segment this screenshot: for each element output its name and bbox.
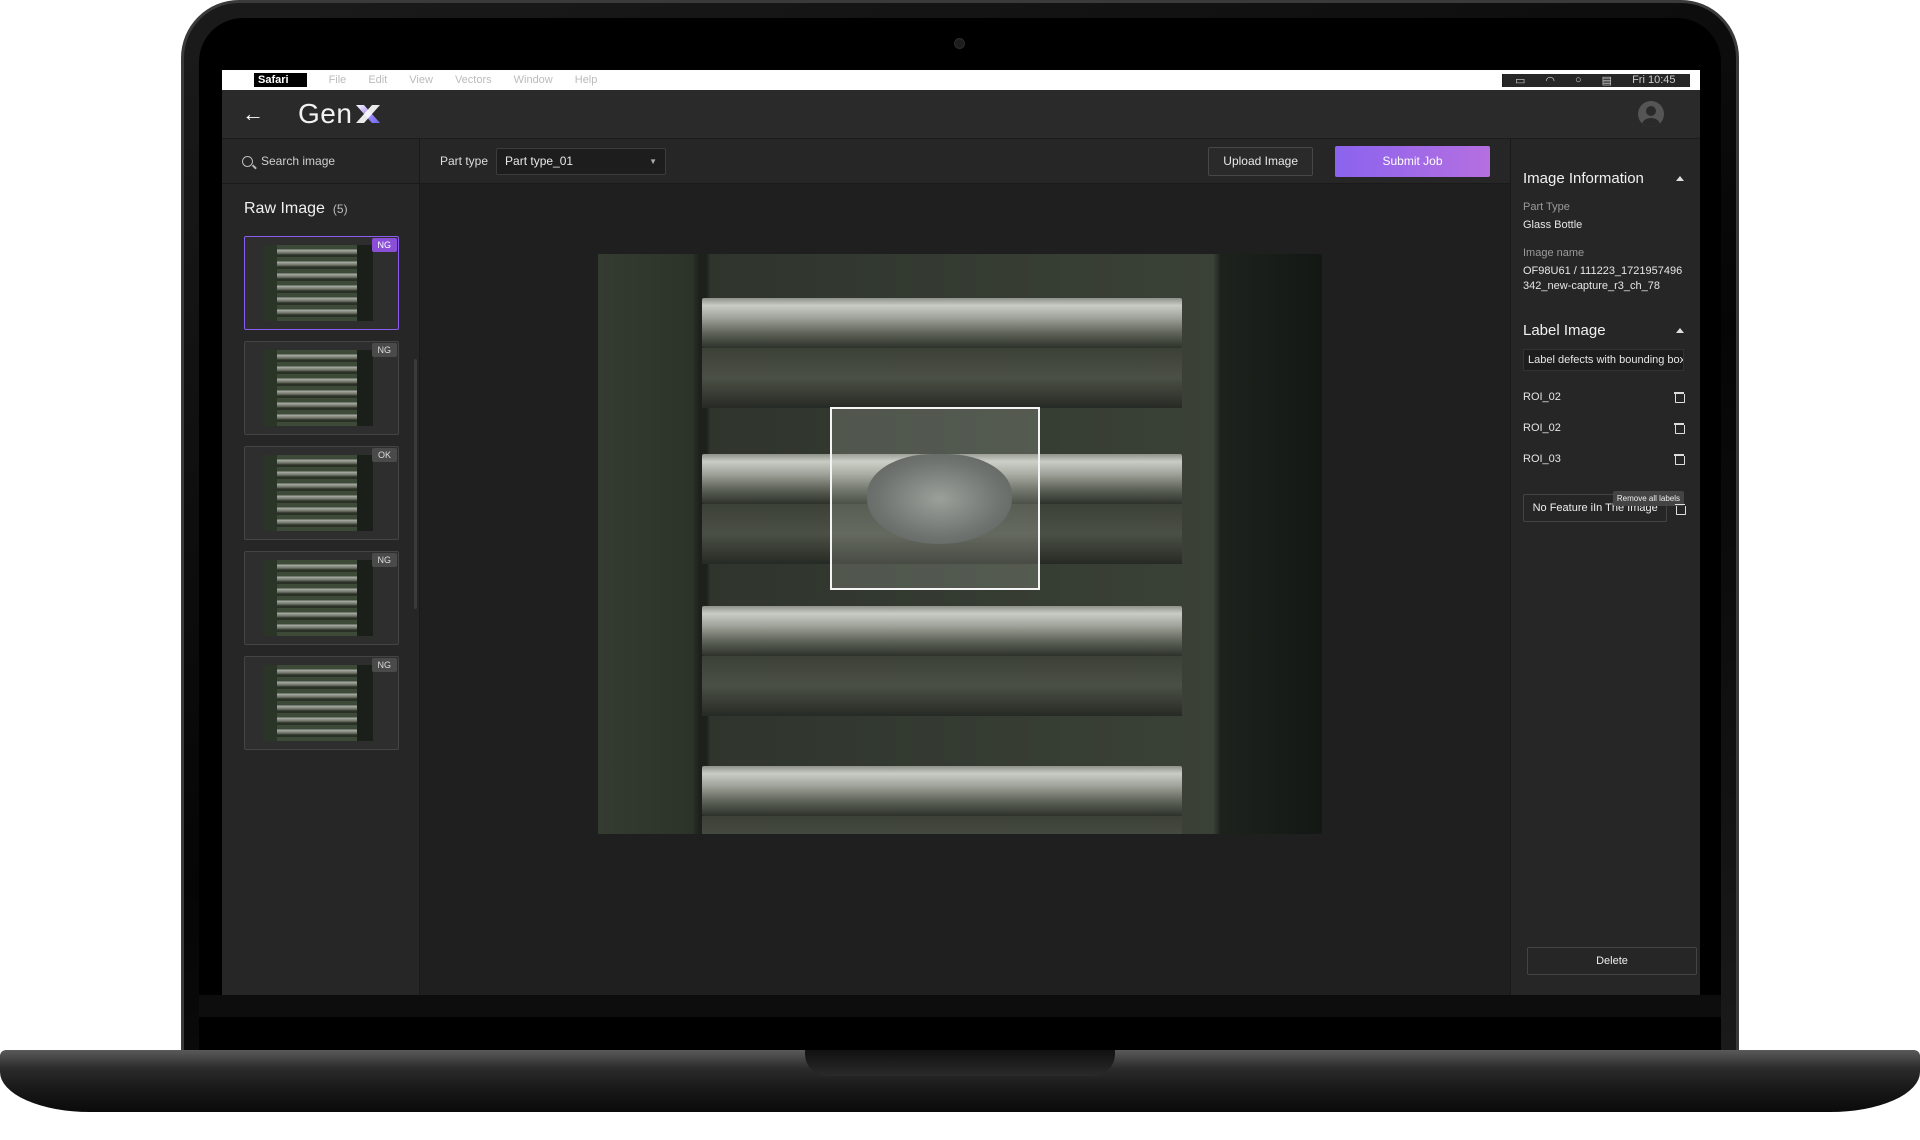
genx-logo: Gen xyxy=(298,98,382,130)
trash-icon[interactable] xyxy=(1675,503,1686,515)
image-sidebar: Search image Raw Image (5) NG NG OK NG N… xyxy=(222,139,420,995)
gear-ridge xyxy=(702,298,1182,408)
roi-label: ROI_02 xyxy=(1523,390,1561,403)
image-name-label: Image name xyxy=(1523,247,1585,259)
thumbnail-image xyxy=(263,560,373,636)
menubar-item-view[interactable]: View xyxy=(409,74,433,86)
inspection-photo[interactable] xyxy=(598,254,1322,834)
image-name-value: OF98U61 / 111223_1721957496342_new-captu… xyxy=(1523,265,1683,292)
app-header: ← Gen xyxy=(222,90,1700,139)
status-badge: NG xyxy=(371,553,397,567)
submit-job-button[interactable]: Submit Job xyxy=(1335,145,1490,177)
menubar-app[interactable]: Safari xyxy=(254,73,307,87)
search-input[interactable]: Search image xyxy=(261,154,335,168)
chevron-up-icon[interactable] xyxy=(1676,176,1684,181)
menubar-status: ▭ ◠ ○ ▤ Fri 10:45 xyxy=(1502,73,1690,87)
raw-image-heading: Raw Image (5) xyxy=(222,184,419,218)
workspace: Part type Part type_01 ▼ Upload Image Su… xyxy=(420,139,1510,995)
gear-ridge xyxy=(702,766,1182,834)
image-information-header[interactable]: Image Information xyxy=(1523,170,1684,187)
status-badge: NG xyxy=(371,658,397,672)
trash-icon[interactable] xyxy=(1674,422,1685,434)
part-type-meta-label: Part Type xyxy=(1523,201,1570,213)
roi-label: ROI_03 xyxy=(1523,452,1561,465)
image-information-title: Image Information xyxy=(1523,170,1644,187)
roi-item[interactable]: ROI_03 xyxy=(1523,443,1685,474)
trash-icon[interactable] xyxy=(1674,391,1685,403)
toolbar: Part type Part type_01 ▼ Upload Image Su… xyxy=(420,139,1510,184)
thumbnail-image xyxy=(263,455,373,531)
defect-region xyxy=(867,454,1012,544)
back-arrow-icon[interactable]: ← xyxy=(242,101,272,127)
bounding-box[interactable] xyxy=(830,407,1040,590)
roi-item[interactable]: ROI_02 xyxy=(1523,381,1685,412)
sidebar-scrollbar[interactable] xyxy=(414,359,417,609)
thumbnail-4[interactable]: NG xyxy=(244,551,399,645)
label-image-title: Label Image xyxy=(1523,322,1606,339)
user-avatar-icon[interactable] xyxy=(1638,101,1664,127)
trash-icon[interactable] xyxy=(1674,453,1685,465)
image-canvas[interactable] xyxy=(420,184,1510,995)
chevron-down-icon: ▼ xyxy=(649,156,658,166)
camera-icon xyxy=(954,38,965,49)
thumbnail-list: NG NG OK NG NG xyxy=(222,218,419,750)
search-icon[interactable]: ○ xyxy=(1575,74,1582,87)
remove-all-tooltip: Remove all labels xyxy=(1612,491,1684,506)
menubar-item-help[interactable]: Help xyxy=(575,74,598,86)
details-panel: Image Information Part Type Glass Bottle… xyxy=(1510,139,1698,995)
menubar-item-vectors[interactable]: Vectors xyxy=(455,74,492,86)
chevron-up-icon[interactable] xyxy=(1676,328,1684,333)
battery-icon[interactable]: ▭ xyxy=(1515,74,1525,87)
thumbnail-5[interactable]: NG xyxy=(244,656,399,750)
thumbnail-2[interactable]: NG xyxy=(244,341,399,435)
clock[interactable]: Fri 10:45 xyxy=(1632,74,1675,87)
screen: Safari File Edit View Vectors Window Hel… xyxy=(222,70,1700,995)
thumbnail-image xyxy=(263,245,373,321)
label-hint: Label defects with bounding box xyxy=(1523,349,1684,371)
gear-ridge xyxy=(702,606,1182,716)
part-type-label: Part type xyxy=(440,154,489,168)
control-center-icon[interactable]: ▤ xyxy=(1602,74,1612,87)
part-type-value: Part type_01 xyxy=(505,154,574,168)
thumbnail-image xyxy=(263,350,373,426)
roi-list: ROI_02 ROI_02 ROI_03 xyxy=(1523,381,1685,474)
search-icon xyxy=(242,155,253,167)
search-box[interactable]: Search image xyxy=(222,139,419,184)
menubar: Safari File Edit View Vectors Window Hel… xyxy=(222,70,1700,90)
laptop-bezel-bottom xyxy=(199,995,1721,1017)
logo-x-icon xyxy=(356,105,381,123)
menubar-item-window[interactable]: Window xyxy=(514,74,553,86)
roi-label: ROI_02 xyxy=(1523,421,1561,434)
roi-item[interactable]: ROI_02 xyxy=(1523,412,1685,443)
status-badge: NG xyxy=(371,343,397,357)
logo-text: Gen xyxy=(298,98,353,129)
raw-image-count: (5) xyxy=(332,202,348,216)
label-image-header[interactable]: Label Image xyxy=(1523,322,1684,339)
menubar-item-edit[interactable]: Edit xyxy=(368,74,387,86)
status-badge: OK xyxy=(371,448,397,462)
part-type-meta-value: Glass Bottle xyxy=(1523,219,1583,231)
status-badge: NG xyxy=(371,238,397,252)
upload-image-button[interactable]: Upload Image xyxy=(1208,146,1313,176)
thumbnail-1[interactable]: NG xyxy=(244,236,399,330)
delete-button[interactable]: Delete xyxy=(1527,947,1697,975)
raw-image-title: Raw Image xyxy=(244,200,325,217)
thumbnail-3[interactable]: OK xyxy=(244,446,399,540)
part-type-select[interactable]: Part type_01 ▼ xyxy=(496,147,667,175)
laptop-notch xyxy=(805,1050,1115,1076)
menubar-item-file[interactable]: File xyxy=(329,74,347,86)
wifi-icon[interactable]: ◠ xyxy=(1545,74,1555,87)
thumbnail-image xyxy=(263,665,373,741)
